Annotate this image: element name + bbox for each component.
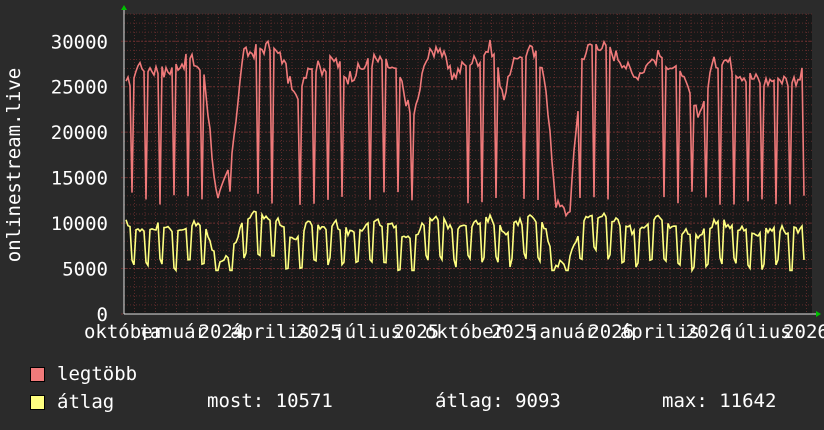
x-tick-label: július (333, 321, 402, 340)
stat-current: most: 10571 (207, 390, 333, 412)
legend-item-avg: átlag (30, 390, 114, 414)
legend-swatch-max (30, 366, 45, 382)
stat-max: max: 11642 (662, 390, 777, 412)
chart: 0 5000 10000 15000 20000 25000 30000 október jan… (0, 0, 824, 343)
y-tick-label: 15000 (51, 168, 108, 190)
x-tick-label: január (138, 321, 207, 340)
y-tick-label: 5000 (62, 259, 108, 281)
x-axis-arrow-icon (816, 311, 821, 317)
y-axis-label: onlinestream.live (3, 68, 25, 262)
y-tick-label: 10000 (51, 213, 108, 235)
y-axis-arrow-icon (121, 5, 127, 10)
chart-svg: 050001000015000200002500030000októberjan… (3, 5, 824, 343)
legend-item-max: legtöbb (30, 362, 137, 386)
x-tick-label: 2026 (783, 321, 824, 340)
legend-swatch-avg (30, 394, 45, 410)
y-tick-label: 25000 (51, 77, 108, 99)
x-tick-label: január (528, 321, 597, 340)
x-tick-label: július (723, 321, 792, 340)
y-tick-label: 30000 (51, 31, 108, 53)
legend-label-max: legtöbb (57, 363, 138, 385)
stat-average: átlag: 9093 (435, 390, 561, 412)
legend-label-avg: átlag (57, 391, 115, 413)
y-tick-label: 20000 (51, 122, 108, 144)
